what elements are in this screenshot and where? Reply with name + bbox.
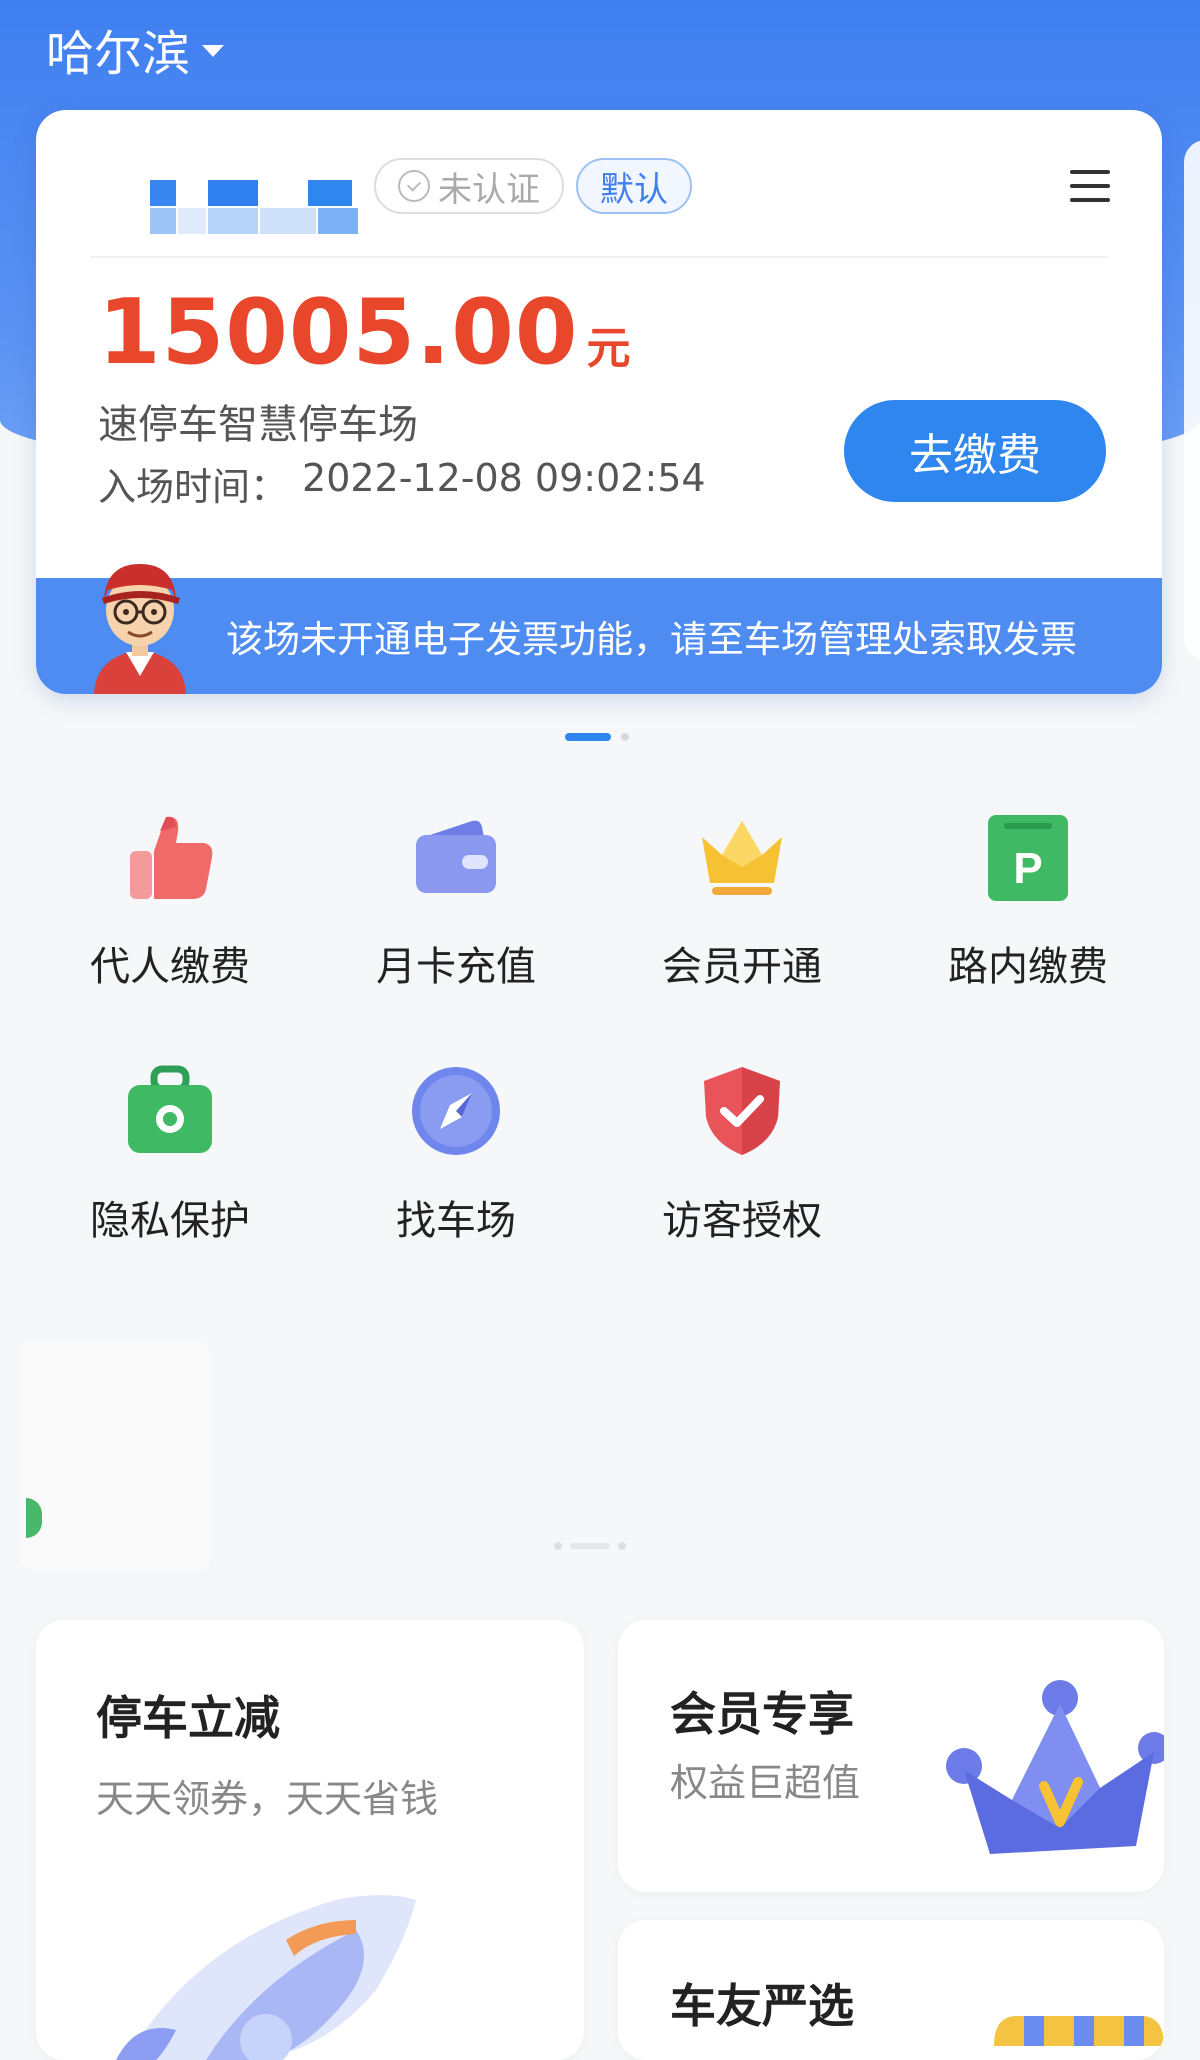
shield-check-icon [704, 1067, 780, 1155]
amount-value: 15005.00 [98, 280, 579, 385]
service-proxy-pay[interactable]: 代人缴费 [45, 802, 295, 992]
verify-status-badge[interactable]: 未认证 [374, 158, 564, 214]
verify-status-label: 未认证 [438, 169, 540, 210]
service-monthly-card[interactable]: 月卡充值 [331, 802, 581, 992]
city-name: 哈尔滨 [46, 26, 191, 82]
banner-carousel[interactable] [20, 1330, 1180, 1590]
banner-slide-edge [20, 1340, 210, 1570]
service-label: 隐私保护 [90, 1198, 250, 1244]
service-label: 会员开通 [662, 944, 822, 990]
promo-subtitle: 权益巨超值 [670, 1761, 861, 1805]
parking-lot-name: 速停车智慧停车场 [98, 402, 418, 448]
service-privacy[interactable]: 隐私保护 [45, 1056, 295, 1246]
caret-down-icon [202, 45, 225, 57]
check-circle-icon [398, 170, 430, 202]
carousel-dot [621, 733, 629, 741]
promo-subtitle: 天天领券，天天省钱 [96, 1777, 439, 1821]
amount-unit: 元 [586, 323, 631, 374]
parking-fee-card: 未认证 默认 15005.00 元 速停车智慧停车场 入场时间： 2022-12… [36, 110, 1162, 694]
promo-title: 车友严选 [670, 1979, 854, 2033]
service-label: 访客授权 [662, 1198, 822, 1244]
crown-icon [702, 821, 782, 895]
svg-text:P: P [1013, 844, 1042, 893]
license-plate-mosaic [112, 176, 402, 250]
banner-indicator [554, 1542, 626, 1550]
carousel-dot-active [565, 733, 611, 741]
city-selector[interactable]: 哈尔滨 [46, 14, 225, 84]
entry-time-value: 2022-12-08 09:02:54 [302, 456, 706, 500]
default-badge: 默认 [576, 158, 692, 214]
wallet-icon [416, 820, 496, 893]
mascot-avatar-icon [94, 564, 186, 694]
service-street-parking[interactable]: P 路内缴费 [903, 802, 1153, 992]
entry-time-row: 入场时间： 2022-12-08 09:02:54 [98, 456, 706, 511]
menu-icon[interactable] [1070, 168, 1110, 204]
next-card-peek[interactable] [1184, 140, 1200, 660]
invoice-notice-bar: 该场未开通电子发票功能，请至车场管理处索取发票 [36, 578, 1162, 694]
entry-time-label: 入场时间： [98, 465, 289, 509]
pay-button[interactable]: 去缴费 [844, 400, 1106, 502]
promo-parking-discount[interactable]: 停车立减 天天领券，天天省钱 [36, 1620, 584, 2060]
shop-awning-icon [994, 2016, 1164, 2046]
promo-title: 停车立减 [96, 1691, 280, 1745]
service-visitor-auth[interactable]: 访客授权 [617, 1056, 867, 1246]
parking-sign-icon: P [988, 815, 1068, 901]
carousel-indicator [565, 733, 629, 741]
thumbs-up-icon [130, 816, 213, 899]
compass-icon [412, 1067, 500, 1155]
fee-amount: 15005.00 元 [98, 280, 631, 385]
service-label: 月卡充值 [376, 944, 536, 990]
privacy-bag-icon [128, 1065, 212, 1153]
default-label: 默认 [600, 169, 668, 210]
crown-icon [946, 1680, 1164, 1854]
promo-car-selection[interactable]: 车友严选 [618, 1920, 1164, 2060]
card-divider [90, 256, 1108, 258]
service-label: 找车场 [396, 1198, 516, 1244]
service-label: 路内缴费 [948, 944, 1108, 990]
invoice-notice-text: 该场未开通电子发票功能，请至车场管理处索取发票 [226, 618, 1077, 661]
rocket-icon [116, 1895, 416, 2060]
promo-title: 会员专享 [670, 1687, 854, 1741]
service-membership[interactable]: 会员开通 [617, 802, 867, 992]
service-label: 代人缴费 [90, 944, 250, 990]
service-find-parking[interactable]: 找车场 [331, 1056, 581, 1246]
promo-member-exclusive[interactable]: 会员专享 权益巨超值 [618, 1620, 1164, 1892]
